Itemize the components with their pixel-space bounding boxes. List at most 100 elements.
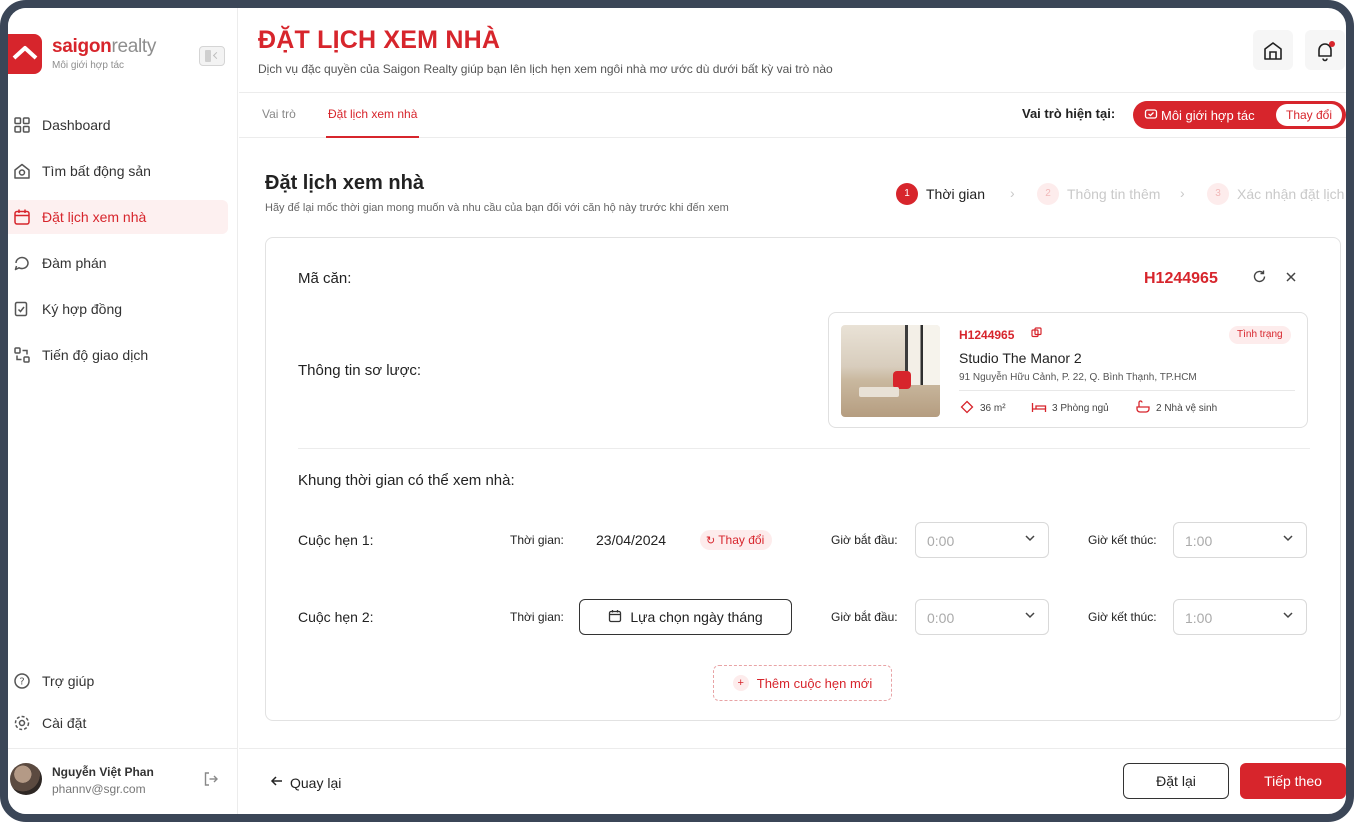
plus-icon: + (732, 675, 749, 691)
property-address: 91 Nguyễn Hữu Cảnh, P. 22, Q. Bình Thạnh… (959, 372, 1197, 383)
copy-icon[interactable] (1029, 327, 1043, 341)
refresh-icon[interactable] (1250, 269, 1268, 287)
brand-name-light: realty (111, 36, 157, 57)
back-label: Quay lại (290, 775, 342, 791)
logout-icon[interactable] (202, 771, 220, 789)
change-role-button[interactable]: Thay đổi (1276, 104, 1342, 126)
notification-dot (1329, 41, 1335, 47)
sidebar-item-dashboard[interactable]: Dashboard (8, 108, 228, 142)
step-confirm: 3 Xác nhận đặt lịch (1207, 182, 1344, 206)
property-image-table (859, 387, 899, 397)
home-icon (1262, 40, 1284, 61)
select-value: 0:00 (927, 610, 955, 626)
sidebar: saigonrealty Môi giới hợp tác Dashboard … (8, 8, 238, 814)
change-date-label: Thay đổi (718, 533, 765, 547)
chevron-down-icon (1024, 532, 1036, 547)
page-footer: Quay lại Đặt lại Tiếp theo (239, 748, 1346, 814)
appointment-1-change-date-button[interactable]: ↻ Thay đổi (700, 530, 773, 550)
sidebar-item-negotiation[interactable]: Đàm phán (8, 246, 228, 280)
current-role-value: Môi giới hợp tác (1161, 108, 1255, 123)
step-label: Thời gian (926, 186, 985, 202)
add-appointment-label: Thêm cuộc hẹn mới (756, 675, 873, 691)
time-slots-label: Khung thời gian có thể xem nhà: (298, 472, 515, 489)
appointment-2-pick-date-button[interactable]: Lựa chọn ngày tháng (579, 599, 792, 635)
collapse-sidebar-button[interactable] (199, 46, 225, 66)
notification-button[interactable] (1305, 30, 1345, 70)
appointment-1-label: Cuộc hẹn 1: (298, 532, 374, 548)
tab-bar: Vai trò Đặt lịch xem nhà Vai trò hiện tạ… (239, 94, 1346, 138)
sidebar-item-help[interactable]: ? Trợ giúp (8, 664, 228, 698)
appointment-2-start-label: Giờ bắt đầu: (831, 610, 898, 624)
step-label: Xác nhận đặt lịch (1237, 186, 1345, 202)
chevron-right-icon: › (1180, 185, 1185, 201)
sidebar-item-label: Đặt lịch xem nhà (42, 209, 147, 225)
summary-label: Thông tin sơ lược: (298, 362, 422, 379)
help-icon: ? (12, 672, 32, 690)
appointment-2-label: Cuộc hẹn 2: (298, 609, 374, 625)
sidebar-item-label: Tìm bất động sản (42, 163, 151, 179)
chevron-down-icon (1282, 609, 1294, 624)
step-time: 1 Thời gian (896, 182, 985, 206)
brand-name: saigonrealty (52, 36, 156, 58)
home-button[interactable] (1253, 30, 1293, 70)
chat-icon (12, 254, 32, 272)
select-value: 1:00 (1185, 610, 1213, 626)
section-subtitle: Hãy để lại mốc thời gian mong muốn và nh… (265, 202, 729, 214)
appointment-2-end-select[interactable]: 1:00 (1173, 599, 1307, 635)
step-number: 1 (896, 183, 918, 205)
step-number: 3 (1207, 183, 1229, 205)
calendar-icon (12, 208, 32, 226)
appointment-1-end-label: Giờ kết thúc: (1088, 533, 1157, 547)
brand-name-bold: saigon (52, 36, 112, 57)
sidebar-bottom-nav: ? Trợ giúp Cài đặt (8, 664, 238, 748)
tab-booking[interactable]: Đặt lịch xem nhà (326, 94, 420, 138)
add-appointment-button[interactable]: + Thêm cuộc hẹn mới (713, 665, 892, 701)
sidebar-item-label: Ký hợp đồng (42, 301, 123, 317)
appointment-1-end-select[interactable]: 1:00 (1173, 522, 1307, 558)
sidebar-item-label: Đàm phán (42, 255, 107, 271)
tab-role[interactable]: Vai trò (262, 94, 296, 138)
chevron-down-icon (1282, 532, 1294, 547)
bed-icon (1031, 400, 1047, 417)
property-bedrooms-value: 3 Phòng ngủ (1052, 403, 1109, 414)
appointment-2-time-label: Thời gian: (510, 610, 564, 624)
page-title: ĐẶT LỊCH XEM NHÀ (258, 26, 501, 54)
house-search-icon (12, 162, 32, 180)
contract-sign-icon (12, 300, 32, 318)
select-value: 1:00 (1185, 533, 1213, 549)
property-image (841, 325, 940, 417)
appointment-1-start-label: Giờ bắt đầu: (831, 533, 898, 547)
code-value: H1244965 (1144, 270, 1218, 287)
svg-text:?: ? (19, 677, 24, 688)
property-name: Studio The Manor 2 (959, 350, 1082, 366)
app-window: saigonrealty Môi giới hợp tác Dashboard … (0, 0, 1354, 822)
code-label: Mã căn: (298, 270, 352, 287)
sidebar-item-label: Trợ giúp (42, 673, 95, 689)
step-number: 2 (1037, 183, 1059, 205)
user-profile: Nguyễn Việt Phan phannv@sgr.com (8, 748, 238, 814)
appointment-1-start-select[interactable]: 0:00 (915, 522, 1049, 558)
next-button[interactable]: Tiếp theo (1240, 763, 1346, 799)
avatar[interactable] (10, 763, 42, 795)
page-subtitle: Dịch vụ đặc quyền của Saigon Realty giúp… (258, 62, 833, 76)
property-card[interactable]: H1244965 Tình trạng Studio The Manor 2 9… (828, 312, 1308, 428)
sidebar-item-booking[interactable]: Đặt lịch xem nhà (8, 200, 228, 234)
refresh-small-icon: ↻ (706, 535, 716, 547)
reset-button[interactable]: Đặt lại (1123, 763, 1229, 799)
chevron-down-icon (1024, 609, 1036, 624)
sidebar-item-find-property[interactable]: Tìm bất động sản (8, 154, 228, 188)
appointment-2-start-select[interactable]: 0:00 (915, 599, 1049, 635)
back-button[interactable]: Quay lại (270, 774, 341, 792)
brand-logo-icon (8, 34, 42, 74)
appointment-1-date: 23/04/2024 (596, 532, 667, 548)
brand-subtitle: Môi giới hợp tác (52, 60, 125, 71)
sidebar-item-transaction-progress[interactable]: Tiến độ giao dịch (8, 338, 228, 372)
close-icon[interactable] (1282, 269, 1300, 287)
booking-form-card: Mã căn: H1244965 Thông tin sơ lược: H124… (265, 237, 1341, 721)
property-area-value: 36 m² (980, 403, 1006, 414)
sidebar-item-settings[interactable]: Cài đặt (8, 706, 228, 740)
page-header: ĐẶT LỊCH XEM NHÀ Dịch vụ đặc quyền của S… (239, 8, 1346, 93)
sidebar-item-label: Cài đặt (42, 715, 87, 731)
sidebar-item-contract[interactable]: Ký hợp đồng (8, 292, 228, 326)
sidebar-nav: Dashboard Tìm bất động sản Đặt lịch xem … (8, 108, 238, 384)
